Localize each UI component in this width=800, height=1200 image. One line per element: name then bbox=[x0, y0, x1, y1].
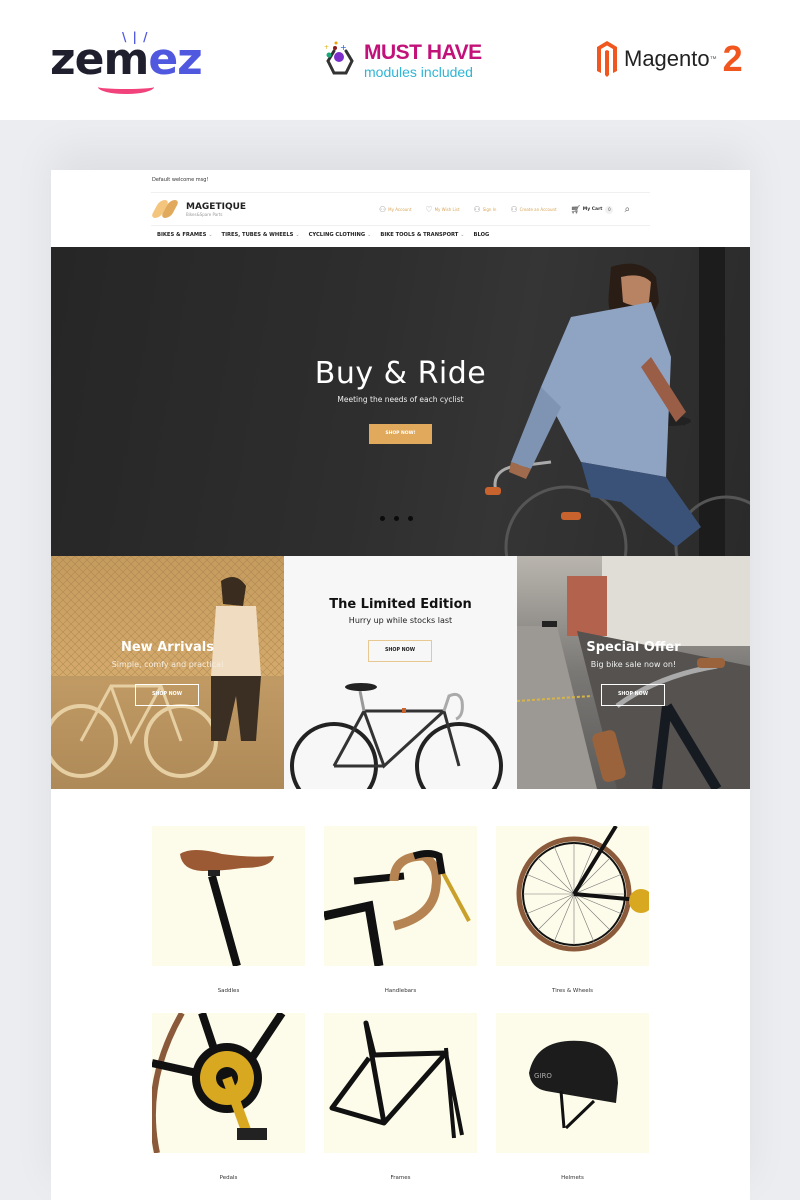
my-account-label: My Account bbox=[388, 207, 412, 212]
banner-subtitle: Hurry up while stocks last bbox=[348, 616, 453, 625]
svg-text:+: + bbox=[340, 43, 347, 52]
cart-count-badge: 0 bbox=[605, 205, 614, 214]
sign-in-label: Sign In bbox=[482, 207, 497, 212]
nav-bikes-frames[interactable]: BIKES & FRAMES ⌄ bbox=[157, 232, 213, 238]
category-label: Saddles bbox=[217, 988, 240, 994]
magento-logo: Magento ™ 2 bbox=[596, 40, 743, 78]
user-add-icon: ⚇ bbox=[510, 205, 518, 214]
heart-icon: ♡ bbox=[425, 205, 433, 214]
banner-new-arrivals[interactable]: New Arrivals Simple, comfy and practical… bbox=[51, 556, 284, 789]
hero-title: Buy & Ride bbox=[314, 356, 487, 391]
hero-shop-now-button[interactable]: SHOP NOW! bbox=[369, 424, 432, 444]
banner-title: Special Offer bbox=[586, 640, 681, 655]
category-label: Pedals bbox=[219, 1175, 238, 1181]
slider-dots bbox=[380, 516, 413, 521]
category-image-tires-wheels bbox=[496, 826, 649, 966]
category-image-saddles bbox=[152, 826, 305, 966]
category-label: Handlebars bbox=[384, 988, 417, 994]
category-pedals[interactable]: Pedals bbox=[152, 1013, 305, 1181]
new-arrivals-shop-now-button[interactable]: SHOP NOW bbox=[135, 684, 199, 706]
hero-subtitle: Meeting the needs of each cyclist bbox=[337, 395, 464, 404]
nav-cycling-clothing[interactable]: CYCLING CLOTHING ⌄ bbox=[309, 232, 372, 238]
chevron-down-icon: ⌄ bbox=[295, 232, 300, 238]
slide-dot-1[interactable] bbox=[380, 516, 385, 521]
logo-subtitle: Bikes&Spare Parts bbox=[186, 211, 223, 217]
limited-edition-shop-now-button[interactable]: SHOP NOW bbox=[368, 640, 432, 662]
musthave-badge: + + MUST HAVE modules included bbox=[320, 38, 482, 84]
nav-label: BIKE TOOLS & TRANSPORT bbox=[380, 232, 459, 238]
category-frames[interactable]: Frames bbox=[324, 1013, 477, 1181]
banner-subtitle: Big bike sale now on! bbox=[590, 660, 677, 669]
svg-text:GIRO: GIRO bbox=[534, 1072, 552, 1080]
banner-limited-edition[interactable]: The Limited Edition Hurry up while stock… bbox=[284, 556, 517, 789]
category-helmets[interactable]: GIRO Helmets bbox=[496, 1013, 649, 1181]
category-image-pedals bbox=[152, 1013, 305, 1153]
magento-version: 2 bbox=[722, 38, 743, 79]
chevron-down-icon: ⌄ bbox=[208, 232, 213, 238]
welcome-message: Default welcome msg! bbox=[152, 177, 209, 183]
nav-tires-tubes-wheels[interactable]: TIRES, TUBES & WHEELS ⌄ bbox=[222, 232, 300, 238]
promo-banners: New Arrivals Simple, comfy and practical… bbox=[51, 556, 750, 789]
zemes-smile-icon bbox=[98, 80, 154, 94]
special-offer-shop-now-button[interactable]: SHOP NOW bbox=[601, 684, 665, 706]
nav-label: TIRES, TUBES & WHEELS bbox=[221, 232, 294, 238]
header-divider-2 bbox=[151, 225, 650, 226]
search-icon[interactable]: ⌕ bbox=[624, 204, 630, 215]
store-logo[interactable]: MAGETIQUE Bikes&Spare Parts bbox=[150, 200, 247, 218]
users-icon: ⚇ bbox=[473, 205, 481, 214]
cart-icon: 🛒︎ bbox=[570, 205, 581, 214]
cart-link[interactable]: 🛒︎ My Cart 0 bbox=[571, 205, 614, 214]
header-divider bbox=[151, 192, 650, 193]
musthave-subtitle: modules included bbox=[364, 64, 473, 80]
wish-list-link[interactable]: ♡ My Wish List bbox=[425, 205, 459, 214]
magetique-logo-icon bbox=[150, 200, 180, 218]
nav-label: CYCLING CLOTHING bbox=[308, 232, 366, 238]
my-account-link[interactable]: ⚇ My Account bbox=[379, 205, 411, 214]
store-preview: Default welcome msg! MAGETIQUE Bikes&Spa… bbox=[51, 170, 750, 1200]
magento-name: Magento bbox=[624, 46, 710, 71]
banner-title: The Limited Edition bbox=[329, 597, 472, 612]
category-image-frames bbox=[324, 1013, 477, 1153]
create-account-link[interactable]: ⚇ Create an Account bbox=[510, 205, 556, 214]
category-tires-wheels[interactable]: Tires & Wheels bbox=[496, 826, 649, 994]
user-icon: ⚇ bbox=[379, 205, 387, 214]
banner-limited-edition-image bbox=[290, 683, 503, 789]
nav-label: BLOG bbox=[473, 232, 490, 238]
banner-title: New Arrivals bbox=[120, 640, 214, 655]
wish-list-label: My Wish List bbox=[434, 207, 460, 212]
sign-in-link[interactable]: ⚇ Sign In bbox=[474, 205, 497, 214]
slide-dot-2[interactable] bbox=[394, 516, 399, 521]
hero-slider: Buy & Ride Meeting the needs of each cyc… bbox=[51, 247, 750, 556]
magento-icon bbox=[597, 41, 617, 77]
category-image-helmets: GIRO bbox=[496, 1013, 649, 1153]
category-label: Tires & Wheels bbox=[552, 988, 593, 994]
logo-title: MAGETIQUE bbox=[186, 201, 247, 212]
zemes-logo: \ | / zemez bbox=[50, 30, 203, 94]
category-saddles[interactable]: Saddles bbox=[152, 826, 305, 994]
category-label: Frames bbox=[390, 1175, 411, 1181]
nav-label: BIKES & FRAMES bbox=[157, 232, 207, 238]
banner-special-offer-image bbox=[517, 556, 750, 789]
banner-special-offer[interactable]: Special Offer Big bike sale now on! SHOP… bbox=[517, 556, 750, 789]
nav-blog[interactable]: BLOG bbox=[474, 232, 490, 238]
category-label: Helmets bbox=[561, 1175, 584, 1181]
chevron-down-icon: ⌄ bbox=[460, 232, 465, 238]
create-account-label: Create an Account bbox=[519, 207, 557, 212]
slide-dot-3[interactable] bbox=[408, 516, 413, 521]
svg-text:+: + bbox=[324, 44, 329, 51]
chevron-down-icon: ⌄ bbox=[367, 232, 372, 238]
zemes-wordmark: zemez bbox=[50, 34, 203, 85]
main-nav: BIKES & FRAMES ⌄ TIRES, TUBES & WHEELS ⌄ C… bbox=[157, 232, 498, 238]
header-links: ⚇ My Account ♡ My Wish List ⚇ Sign In ⚇ Crea… bbox=[379, 204, 630, 215]
banner-new-arrivals-image bbox=[51, 556, 284, 789]
promo-header: \ | / zemez + + MUST HAVE modules includ… bbox=[0, 0, 800, 120]
musthave-title: MUST HAVE bbox=[364, 41, 482, 64]
nav-bike-tools-transport[interactable]: BIKE TOOLS & TRANSPORT ⌄ bbox=[380, 232, 464, 238]
cart-label: My Cart bbox=[582, 207, 603, 212]
hexagon-modules-icon: + + bbox=[320, 39, 360, 83]
category-image-handlebars bbox=[324, 826, 477, 966]
banner-subtitle: Simple, comfy and practical bbox=[111, 660, 224, 669]
category-handlebars[interactable]: Handlebars bbox=[324, 826, 477, 994]
